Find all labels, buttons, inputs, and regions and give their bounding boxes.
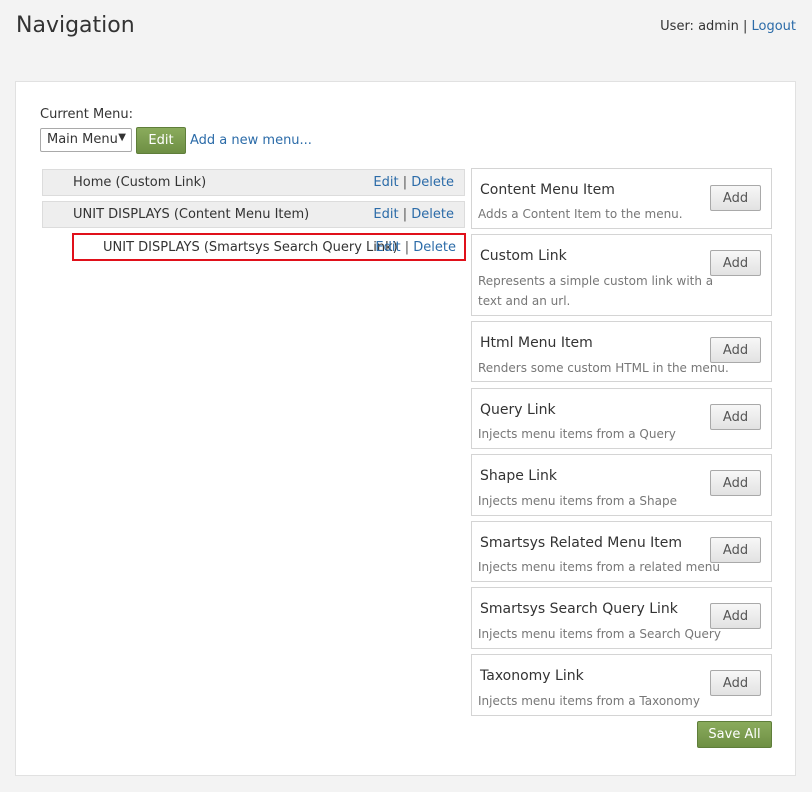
add-taxonomy-link-button[interactable]: Add bbox=[710, 670, 761, 696]
tree-item-actions: Edit | Delete bbox=[373, 207, 454, 222]
type-title: Smartsys Search Query Link bbox=[480, 601, 678, 617]
action-separator: | bbox=[404, 240, 410, 255]
type-card-custom-link: Custom Link Represents a simple custom l… bbox=[471, 234, 772, 316]
type-card-content-menu-item: Content Menu Item Adds a Content Item to… bbox=[471, 168, 772, 229]
tree-item-home[interactable]: Home (Custom Link) Edit | Delete bbox=[42, 169, 465, 196]
type-title: Html Menu Item bbox=[480, 335, 593, 351]
type-description: Injects menu items from a Query bbox=[478, 427, 676, 441]
add-new-menu-link[interactable]: Add a new menu... bbox=[190, 133, 312, 148]
tree-item-edit-link[interactable]: Edit bbox=[373, 175, 398, 190]
logout-link[interactable]: Logout bbox=[751, 19, 796, 34]
type-card-query-link: Query Link Injects menu items from a Que… bbox=[471, 388, 772, 449]
add-query-link-button[interactable]: Add bbox=[710, 404, 761, 430]
type-description: Adds a Content Item to the menu. bbox=[478, 207, 683, 221]
type-title: Custom Link bbox=[480, 248, 567, 264]
tree-item-delete-link[interactable]: Delete bbox=[413, 240, 456, 255]
type-title: Smartsys Related Menu Item bbox=[480, 535, 683, 551]
type-description: Injects menu items from a Search Query bbox=[478, 627, 721, 641]
type-card-taxonomy-link: Taxonomy Link Injects menu items from a … bbox=[471, 654, 772, 716]
type-title: Query Link bbox=[480, 402, 556, 418]
action-separator: | bbox=[402, 207, 408, 222]
add-content-menu-item-button[interactable]: Add bbox=[710, 185, 761, 211]
action-separator: | bbox=[402, 175, 408, 190]
type-card-smartsys-search-query-link: Smartsys Search Query Link Injects menu … bbox=[471, 587, 772, 649]
type-description: Renders some custom HTML in the menu. bbox=[478, 361, 729, 375]
tree-item-actions: Edit | Delete bbox=[373, 175, 454, 190]
add-smartsys-search-query-link-button[interactable]: Add bbox=[710, 603, 761, 629]
tree-item-label: UNIT DISPLAYS (Smartsys Search Query Lin… bbox=[103, 240, 398, 255]
save-all-button[interactable]: Save All bbox=[697, 721, 772, 748]
type-title: Shape Link bbox=[480, 468, 557, 484]
user-label: User: admin bbox=[660, 19, 739, 34]
tree-item-delete-link[interactable]: Delete bbox=[411, 207, 454, 222]
page-title: Navigation bbox=[16, 13, 135, 38]
tree-item-label: UNIT DISPLAYS (Content Menu Item) bbox=[73, 207, 310, 222]
navigation-panel: Current Menu: Main Menu ▼ Edit Add a new… bbox=[15, 81, 796, 776]
tree-item-label: Home (Custom Link) bbox=[73, 175, 207, 190]
edit-menu-button[interactable]: Edit bbox=[136, 127, 186, 154]
menu-select-value: Main Menu bbox=[47, 132, 118, 147]
type-description: Injects menu items from a Shape bbox=[478, 494, 677, 508]
add-shape-link-button[interactable]: Add bbox=[710, 470, 761, 496]
tree-item-actions: Edit | Delete bbox=[375, 240, 456, 255]
add-smartsys-related-menu-item-button[interactable]: Add bbox=[710, 537, 761, 563]
type-card-smartsys-related-menu-item: Smartsys Related Menu Item Injects menu … bbox=[471, 521, 772, 582]
tree-item-unit-displays-search-query[interactable]: UNIT DISPLAYS (Smartsys Search Query Lin… bbox=[72, 233, 466, 261]
type-description: Represents a simple custom link with a t… bbox=[478, 274, 714, 308]
type-card-html-menu-item: Html Menu Item Renders some custom HTML … bbox=[471, 321, 772, 382]
type-description: Injects menu items from a related menu bbox=[478, 560, 720, 574]
user-bar: User: admin | Logout bbox=[660, 19, 796, 34]
dropdown-arrow-icon: ▼ bbox=[118, 132, 126, 143]
current-menu-label: Current Menu: bbox=[40, 107, 134, 122]
type-card-shape-link: Shape Link Injects menu items from a Sha… bbox=[471, 454, 772, 516]
type-title: Taxonomy Link bbox=[480, 668, 584, 684]
add-custom-link-button[interactable]: Add bbox=[710, 250, 761, 276]
tree-item-unit-displays[interactable]: UNIT DISPLAYS (Content Menu Item) Edit |… bbox=[42, 201, 465, 228]
type-title: Content Menu Item bbox=[480, 182, 615, 198]
tree-item-delete-link[interactable]: Delete bbox=[411, 175, 454, 190]
add-html-menu-item-button[interactable]: Add bbox=[710, 337, 761, 363]
tree-item-edit-link[interactable]: Edit bbox=[375, 240, 400, 255]
menu-select[interactable]: Main Menu ▼ bbox=[40, 128, 132, 152]
type-description: Injects menu items from a Taxonomy bbox=[478, 694, 700, 708]
tree-item-edit-link[interactable]: Edit bbox=[373, 207, 398, 222]
user-separator: | bbox=[742, 19, 748, 34]
